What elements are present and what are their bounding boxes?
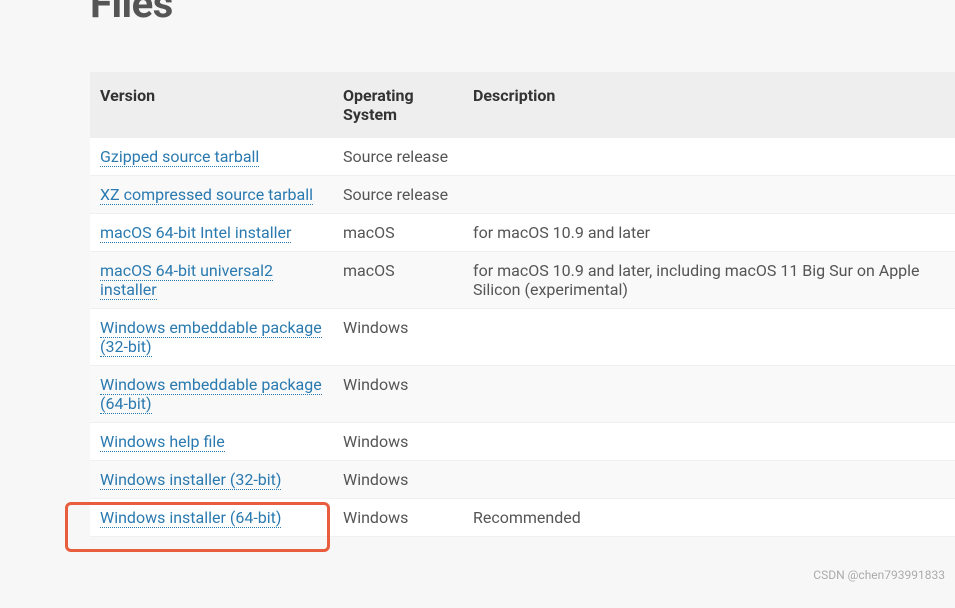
table-row: Windows installer (32-bit) Windows [90, 461, 955, 499]
version-link[interactable]: macOS 64-bit universal2 installer [100, 261, 273, 300]
table-row: Gzipped source tarball Source release [90, 138, 955, 176]
description-cell: for macOS 10.9 and later [465, 214, 955, 252]
header-version: Version [90, 72, 335, 138]
os-cell: Windows [335, 423, 465, 461]
version-link[interactable]: XZ compressed source tarball [100, 185, 313, 205]
version-link[interactable]: macOS 64-bit Intel installer [100, 223, 291, 243]
os-cell: Windows [335, 366, 465, 423]
description-cell [465, 366, 955, 423]
page-title: Files [90, 0, 955, 27]
version-link[interactable]: Windows embeddable package (32-bit) [100, 318, 322, 357]
description-cell [465, 309, 955, 366]
watermark-text: CSDN @chen793991833 [813, 568, 945, 582]
files-table: Version Operating System Description Gzi… [90, 72, 955, 537]
files-table-container: Version Operating System Description Gzi… [90, 72, 955, 537]
os-cell: macOS [335, 214, 465, 252]
table-row: macOS 64-bit Intel installer macOS for m… [90, 214, 955, 252]
table-row: macOS 64-bit universal2 installer macOS … [90, 252, 955, 309]
table-header-row: Version Operating System Description [90, 72, 955, 138]
os-cell: Windows [335, 461, 465, 499]
os-cell: Source release [335, 176, 465, 214]
os-cell: Source release [335, 138, 465, 176]
table-row: Windows embeddable package (32-bit) Wind… [90, 309, 955, 366]
os-cell: Windows [335, 309, 465, 366]
table-row: Windows help file Windows [90, 423, 955, 461]
table-row: Windows embeddable package (64-bit) Wind… [90, 366, 955, 423]
header-os: Operating System [335, 72, 465, 138]
table-row: Windows installer (64-bit) Windows Recom… [90, 499, 955, 537]
version-link[interactable]: Windows installer (32-bit) [100, 470, 281, 490]
os-cell: macOS [335, 252, 465, 309]
os-cell: Windows [335, 499, 465, 537]
description-cell [465, 423, 955, 461]
version-link[interactable]: Windows embeddable package (64-bit) [100, 375, 322, 414]
version-link[interactable]: Windows help file [100, 432, 225, 452]
description-cell [465, 138, 955, 176]
header-description: Description [465, 72, 955, 138]
description-cell: for macOS 10.9 and later, including macO… [465, 252, 955, 309]
description-cell [465, 176, 955, 214]
table-row: XZ compressed source tarball Source rele… [90, 176, 955, 214]
version-link[interactable]: Gzipped source tarball [100, 147, 259, 167]
description-cell: Recommended [465, 499, 955, 537]
version-link[interactable]: Windows installer (64-bit) [100, 508, 281, 528]
description-cell [465, 461, 955, 499]
